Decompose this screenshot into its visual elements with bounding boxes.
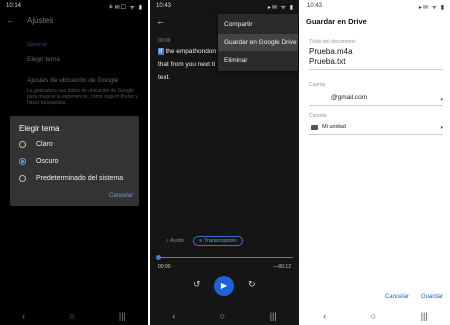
folder-select[interactable]: Mi unidad [322,124,346,130]
overflow-menu: Compartir Guardar en Google Drive Elimin… [218,14,298,71]
nav-back-icon[interactable]: ‹ [323,311,326,321]
radio-button[interactable] [19,141,26,148]
theme-dialog: Elegir tema Claro Oscuro Predeterminado … [10,116,139,206]
tab-transcript-label: Transcripción [203,238,237,244]
document-title-label: Título del documento [309,39,356,45]
theme-option-light[interactable]: Claro [19,141,53,148]
section-header: General [27,42,47,48]
radio-button[interactable] [19,175,26,182]
menu-item-share[interactable]: Compartir [218,16,298,33]
location-setting-item[interactable]: Ajustes de ubicación de Google [27,77,118,84]
tab-audio-label: Audio [169,238,185,244]
nav-recents-icon[interactable]: ||| [270,311,277,321]
status-time: 10:43 [156,3,172,9]
nav-home-icon[interactable]: ○ [220,311,225,321]
nav-recents-icon[interactable]: ||| [119,311,126,321]
transcript-text: the empathondon [165,48,217,55]
status-icons: ▸✉ ᯤ ▮ [418,5,445,11]
cancel-button[interactable]: Cancelar [109,193,133,199]
folder-label: Carpeta [309,113,327,119]
elapsed-time: 00:00 [158,264,171,270]
field-underline [309,134,443,135]
forward-icon[interactable]: ↻ [248,279,256,290]
transcript-line[interactable]: text. [158,74,170,81]
field-underline [309,105,443,106]
document-title-value[interactable]: Prueba.m4a [309,47,353,57]
transcript-timestamp: 00:00 [158,38,171,44]
field-underline [309,69,443,70]
menu-item-save-drive[interactable]: Guardar en Google Drive [218,34,298,51]
playback-progress-bar[interactable] [158,257,293,258]
status-time: 10:43 [307,3,323,9]
radio-button-selected[interactable] [19,158,26,165]
theme-setting-item[interactable]: Elegir tema [27,56,60,63]
document-title-value[interactable]: Prueba.txt [309,57,345,67]
playback-scrubber-handle[interactable] [156,255,161,260]
chevron-down-icon[interactable]: ▾ [440,125,443,131]
nav-home-icon[interactable]: ○ [69,311,74,321]
recording-screen: 10:43 ▸✉ ᯤ ▮ ← Compartir Guardar en Goog… [150,0,299,325]
option-label: Claro [36,141,53,148]
status-bar: 10:43 ▸✉ ᯤ ▮ [301,0,450,12]
nav-home-icon[interactable]: ○ [371,311,376,321]
nav-back-icon[interactable]: ‹ [22,311,25,321]
location-description: La grabadora usa datos de ubicación de G… [27,88,138,106]
theme-option-system[interactable]: Predeterminado del sistema [19,175,123,182]
nav-recents-icon[interactable]: ||| [421,311,428,321]
cancel-button[interactable]: Cancelar [385,294,409,300]
system-nav-bar: ‹ ○ ||| [150,307,299,325]
theme-option-dark[interactable]: Oscuro [19,158,59,165]
dialog-title: Elegir tema [19,124,60,133]
back-arrow-icon[interactable]: ← [6,15,15,25]
transcript-line[interactable]: If the empathondon [158,48,216,55]
save-button[interactable]: Guardar [421,294,443,300]
play-button[interactable]: ▶ [214,276,234,296]
tab-audio[interactable]: ♪ Audio [166,238,184,244]
transcript-line[interactable]: that from you next ti [158,61,215,68]
back-arrow-icon[interactable]: ← [156,16,165,26]
status-time: 10:14 [6,3,22,9]
settings-screen: 10:14 ⚘✉☐ ᯤ ▮ ← Ajustes General Elegir t… [0,0,148,325]
system-nav-bar: ‹ ○ ||| [301,307,450,325]
account-select[interactable]: @gmail.com [331,94,367,101]
nav-back-icon[interactable]: ‹ [172,311,175,321]
menu-item-delete[interactable]: Eliminar [218,52,298,69]
page-title: Ajustes [27,16,54,25]
text-cursor: If [158,48,164,55]
status-icons: ▸✉ ᯤ ▮ [267,5,294,11]
status-bar: 10:14 ⚘✉☐ ᯤ ▮ [0,0,148,12]
tab-transcript[interactable]: ≡ Transcripción [193,236,243,246]
view-tabs: ♪ Audio ≡ Transcripción [166,236,243,246]
folder-icon [311,125,318,130]
remaining-time: —00:12 [273,264,291,270]
option-label: Oscuro [36,158,59,165]
option-label: Predeterminado del sistema [36,175,124,182]
page-title: Guardar en Drive [306,17,367,26]
dialog-actions: Cancelar Guardar [385,294,443,300]
status-bar: 10:43 ▸✉ ᯤ ▮ [150,0,299,12]
status-icons: ⚘✉☐ ᯤ ▮ [108,5,143,11]
save-to-drive-screen: 10:43 ▸✉ ᯤ ▮ Guardar en Drive Título del… [301,0,450,325]
rewind-icon[interactable]: ↺ [193,279,201,290]
account-label: Cuenta [309,82,326,88]
chevron-down-icon[interactable]: ▾ [440,97,443,103]
system-nav-bar: ‹ ○ ||| [0,307,148,325]
